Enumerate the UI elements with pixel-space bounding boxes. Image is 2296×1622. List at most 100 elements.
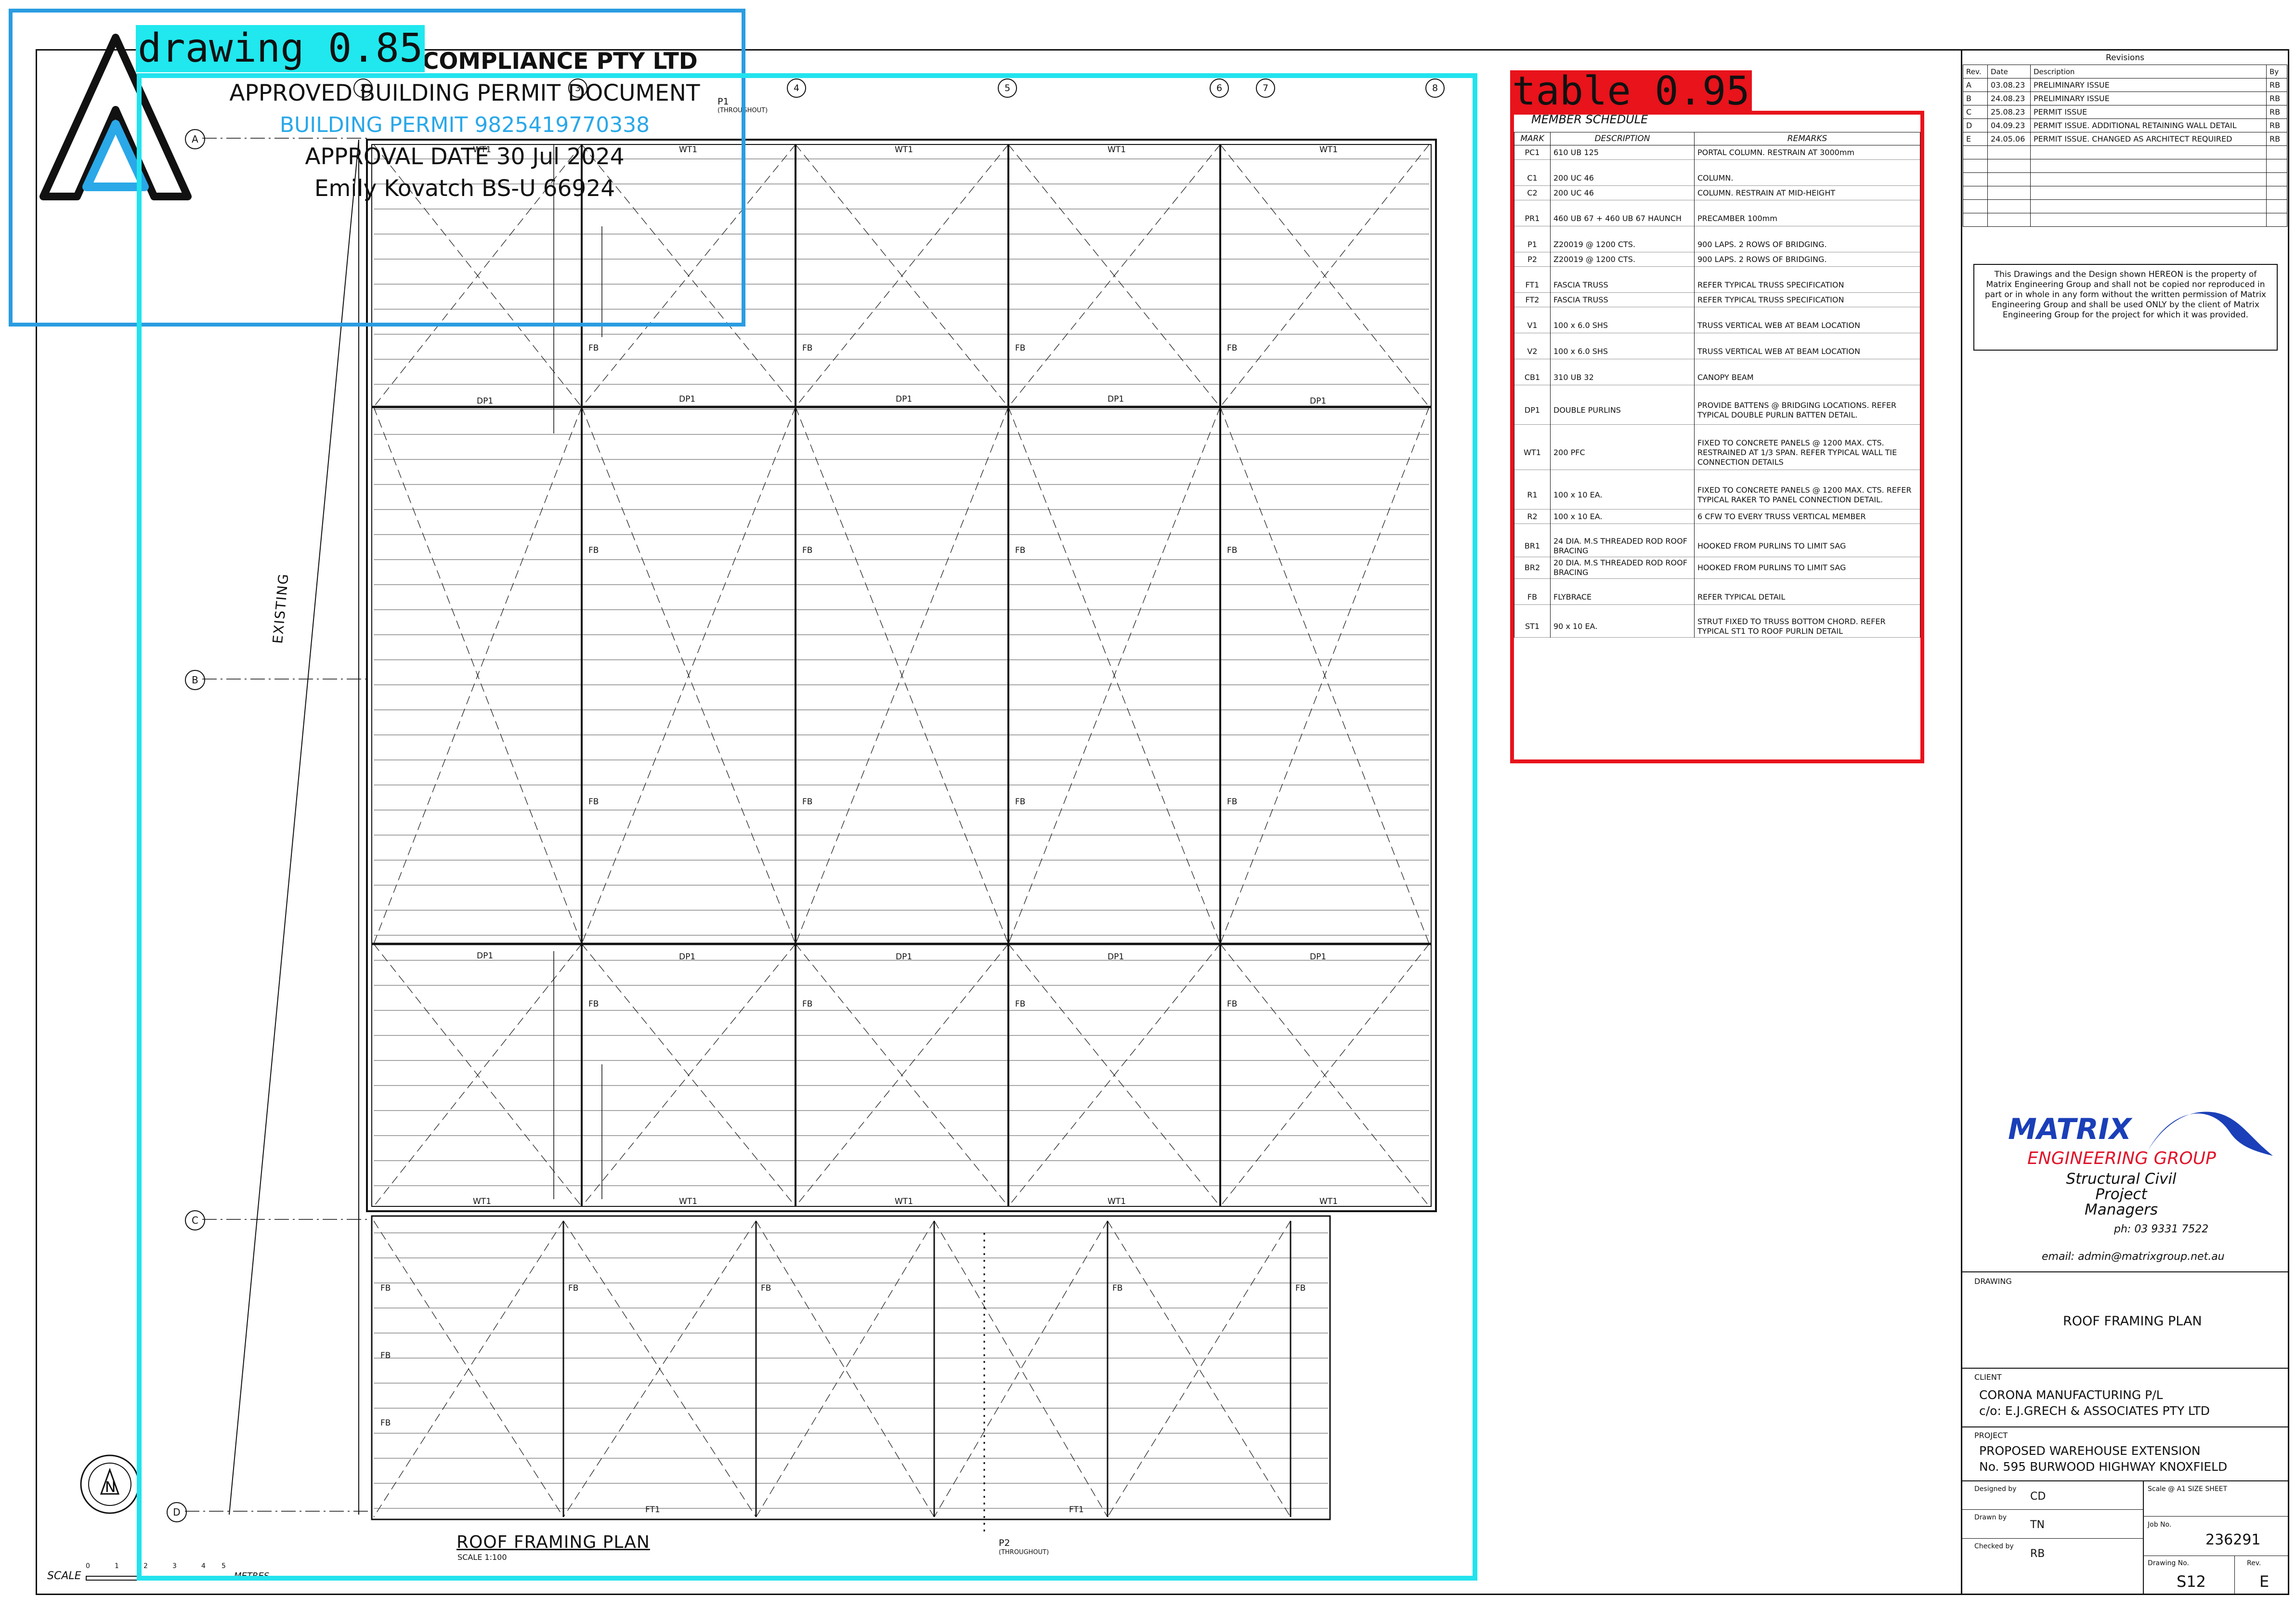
schedule-remarks: HOOKED FROM PURLINS TO LIMIT SAG bbox=[1694, 535, 1920, 557]
schedule-remarks bbox=[1694, 307, 1920, 319]
schedule-description: 610 UB 125 bbox=[1550, 145, 1695, 160]
revision-rev: A bbox=[1963, 78, 1988, 92]
schedule-description: 200 PFC bbox=[1550, 436, 1695, 470]
member-schedule-table: MARK DESCRIPTION REMARKS PC1 610 UB 125 PO… bbox=[1514, 132, 1920, 638]
schedule-description: FASCIA TRUSS bbox=[1550, 292, 1695, 307]
schedule-remarks: HOOKED FROM PURLINS TO LIMIT SAG bbox=[1694, 557, 1920, 578]
revision-desc: PERMIT ISSUE bbox=[2030, 105, 2267, 119]
schedule-row: BR2 20 DIA. M.S THREADED ROD ROOF BRACING… bbox=[1514, 557, 1920, 578]
revision-cell-empty bbox=[2030, 159, 2267, 173]
schedule-row bbox=[1514, 307, 1920, 319]
revision-cell-empty bbox=[2266, 145, 2287, 159]
schedule-mark: ST1 bbox=[1514, 616, 1551, 638]
schedule-description bbox=[1550, 307, 1695, 319]
schedule-description: Z20019 @ 1200 CTS. bbox=[1550, 237, 1695, 252]
revision-cell-empty bbox=[1963, 159, 1988, 173]
schedule-row: P1 Z20019 @ 1200 CTS. 900 LAPS. 2 ROWS OF … bbox=[1514, 237, 1920, 252]
schedule-remarks: CANOPY BEAM bbox=[1694, 370, 1920, 385]
schedule-row bbox=[1514, 333, 1920, 345]
project-address: No. 595 BURWOOD HIGHWAY KNOXFIELD bbox=[1979, 1460, 2228, 1474]
schedule-remarks bbox=[1694, 359, 1920, 371]
schedule-description bbox=[1550, 604, 1695, 616]
schedule-description bbox=[1550, 226, 1695, 238]
revision-cell-empty bbox=[2266, 172, 2287, 186]
schedule-title: MEMBER SCHEDULE bbox=[1531, 113, 1648, 126]
schedule-mark: FB bbox=[1514, 590, 1551, 604]
schedule-remarks: COLUMN. RESTRAIN AT MID-HEIGHT bbox=[1694, 185, 1920, 200]
schedule-mark bbox=[1514, 424, 1551, 436]
tb-divider bbox=[1961, 1368, 2289, 1369]
company-email: email: admin@matrixgroup.net.au bbox=[2042, 1251, 2225, 1263]
schedule-row bbox=[1514, 226, 1920, 238]
revision-rev: E bbox=[1963, 132, 1988, 146]
schedule-row: R1 100 x 10 EA. FIXED TO CONCRETE PANELS @… bbox=[1514, 481, 1920, 510]
schedule-remarks: COLUMN. bbox=[1694, 171, 1920, 186]
schedule-remarks bbox=[1694, 424, 1920, 436]
revision-desc: PRELIMINARY ISSUE bbox=[2030, 92, 2267, 105]
tb-divider bbox=[1961, 1509, 2143, 1510]
revision-rev: D bbox=[1963, 118, 1988, 132]
schedule-row bbox=[1514, 523, 1920, 536]
revisions-table: Rev. Date Description By A 03.08.23 PRELIM… bbox=[1963, 65, 2287, 227]
schedule-row bbox=[1514, 470, 1920, 482]
client-name: CORONA MANUFACTURING P/L bbox=[1979, 1388, 2163, 1402]
revision-cell-empty bbox=[2266, 199, 2287, 213]
schedule-description bbox=[1550, 523, 1695, 536]
schedule-mark: PR1 bbox=[1514, 211, 1551, 226]
schedule-mark bbox=[1514, 604, 1551, 616]
schedule-row: PC1 610 UB 125 PORTAL COLUMN. RESTRAIN AT … bbox=[1514, 145, 1920, 160]
schedule-remarks bbox=[1694, 578, 1920, 590]
schedule-mark bbox=[1514, 266, 1551, 278]
revision-date: 24.08.23 bbox=[1987, 92, 2031, 105]
revision-row-empty bbox=[1963, 213, 2287, 227]
client-care-of: c/o: E.J.GRECH & ASSOCIATES PTY LTD bbox=[1979, 1404, 2210, 1418]
schedule-mark: FT1 bbox=[1514, 278, 1551, 293]
rev-header-date: Date bbox=[1987, 65, 2031, 78]
schedule-row: P2 Z20019 @ 1200 CTS. 900 LAPS. 2 ROWS OF … bbox=[1514, 252, 1920, 267]
schedule-row: FT1 FASCIA TRUSS REFER TYPICAL TRUSS SPECI… bbox=[1514, 278, 1920, 293]
revision-cell-empty bbox=[1963, 186, 1988, 200]
schedule-row: CB1 310 UB 32 CANOPY BEAM bbox=[1514, 370, 1920, 385]
svg-text:N: N bbox=[105, 1479, 116, 1496]
revision-date: 25.08.23 bbox=[1987, 105, 2031, 119]
revision-by: RB bbox=[2266, 118, 2287, 132]
schedule-remarks: REFER TYPICAL DETAIL bbox=[1694, 590, 1920, 604]
north-arrow-icon: N bbox=[76, 1451, 144, 1518]
schedule-mark: DP1 bbox=[1514, 396, 1551, 425]
revision-row-empty bbox=[1963, 159, 2287, 173]
schedule-remarks: PROVIDE BATTENS @ BRIDGING LOCATIONS. RE… bbox=[1694, 396, 1920, 425]
schedule-remarks bbox=[1694, 159, 1920, 171]
revision-cell-empty bbox=[2266, 186, 2287, 200]
schedule-mark: CB1 bbox=[1514, 370, 1551, 385]
schedule-row: BR1 24 DIA. M.S THREADED ROD ROOF BRACING… bbox=[1514, 535, 1920, 557]
project-name: PROPOSED WAREHOUSE EXTENSION bbox=[1979, 1444, 2201, 1458]
company-services: Structural Civil Project Managers bbox=[2061, 1171, 2181, 1217]
schedule-description: 24 DIA. M.S THREADED ROD ROOF BRACING bbox=[1550, 535, 1695, 557]
schedule-remarks bbox=[1694, 470, 1920, 482]
schedule-description bbox=[1550, 578, 1695, 590]
schedule-mark bbox=[1514, 307, 1551, 319]
schedule-row: FB FLYBRACE REFER TYPICAL DETAIL bbox=[1514, 590, 1920, 604]
schedule-row: V2 100 x 6.0 SHS TRUSS VERTICAL WEB AT BEA… bbox=[1514, 344, 1920, 359]
schedule-row: V1 100 x 6.0 SHS TRUSS VERTICAL WEB AT BEA… bbox=[1514, 318, 1920, 333]
schedule-mark bbox=[1514, 333, 1551, 345]
schedule-mark: R1 bbox=[1514, 481, 1551, 510]
schedule-header-description: DESCRIPTION bbox=[1550, 132, 1695, 145]
schedule-remarks: REFER TYPICAL TRUSS SPECIFICATION bbox=[1694, 278, 1920, 293]
tb-divider bbox=[1961, 1538, 2143, 1539]
schedule-description bbox=[1550, 470, 1695, 482]
revision-cell-empty bbox=[2030, 186, 2267, 200]
company-services-line-1: Structural Civil bbox=[2066, 1170, 2177, 1188]
schedule-row: R2 100 x 10 EA. 6 CFW TO EVERY TRUSS VERTI… bbox=[1514, 509, 1920, 524]
schedule-mark bbox=[1514, 470, 1551, 482]
schedule-row: FT2 FASCIA TRUSS REFER TYPICAL TRUSS SPECI… bbox=[1514, 292, 1920, 307]
revision-row-empty bbox=[1963, 186, 2287, 200]
revision-cell-empty bbox=[2266, 213, 2287, 227]
schedule-mark: R2 bbox=[1514, 509, 1551, 524]
revision-letter: E bbox=[2259, 1572, 2270, 1591]
schedule-remarks: 900 LAPS. 2 ROWS OF BRIDGING. bbox=[1694, 252, 1920, 267]
schedule-description bbox=[1550, 159, 1695, 171]
schedule-mark bbox=[1514, 523, 1551, 536]
schedule-description: 460 UB 67 + 460 UB 67 HAUNCH bbox=[1550, 211, 1695, 226]
revision-cell-empty bbox=[1987, 145, 2031, 159]
